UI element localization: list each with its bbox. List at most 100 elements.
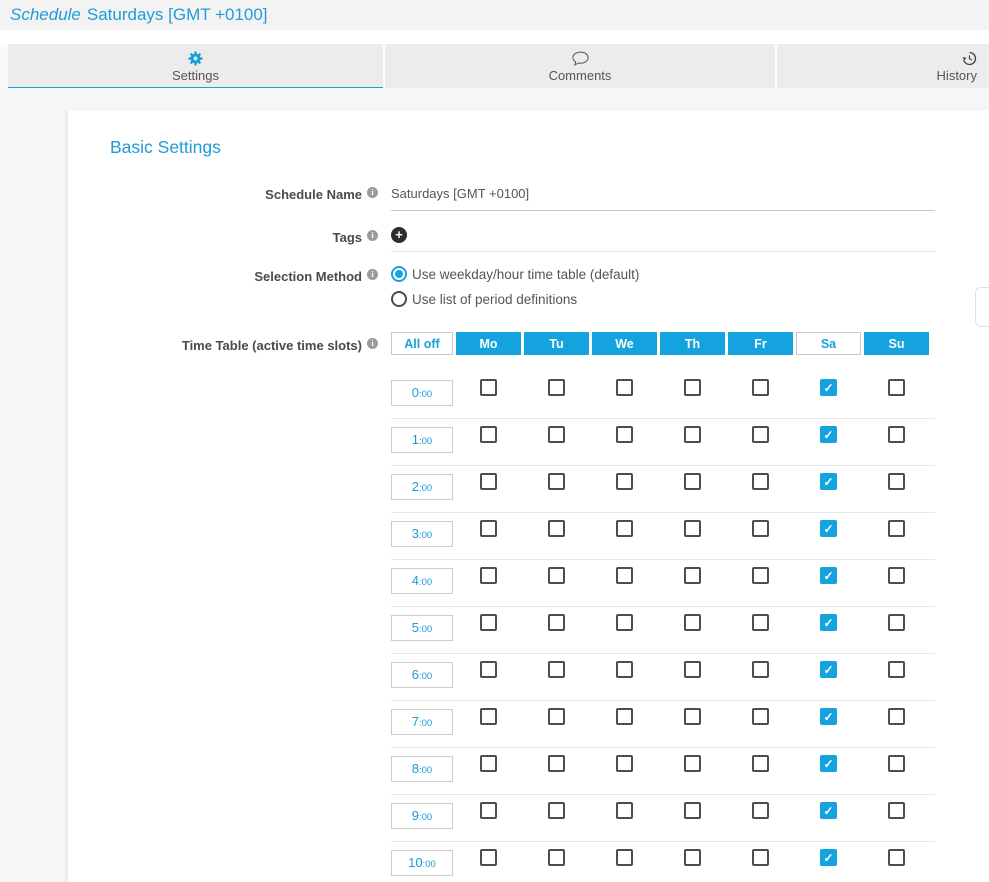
slot-checkbox-th-3[interactable] <box>684 520 701 537</box>
day-toggle-fr[interactable]: Fr <box>728 332 793 355</box>
slot-checkbox-th-8[interactable] <box>684 755 701 772</box>
time-label-button-7[interactable]: 7:00 <box>391 709 453 735</box>
time-label-button-10[interactable]: 10:00 <box>391 850 453 876</box>
slot-checkbox-su-3[interactable] <box>888 520 905 537</box>
slot-checkbox-we-2[interactable] <box>616 473 633 490</box>
add-tag-button[interactable]: + <box>391 227 407 243</box>
slot-checkbox-mo-9[interactable] <box>480 802 497 819</box>
slot-checkbox-tu-10[interactable] <box>548 849 565 866</box>
slot-checkbox-sa-6[interactable] <box>820 661 837 678</box>
slot-checkbox-fr-3[interactable] <box>752 520 769 537</box>
slot-checkbox-su-5[interactable] <box>888 614 905 631</box>
day-toggle-sa[interactable]: Sa <box>796 332 861 355</box>
day-toggle-mo[interactable]: Mo <box>456 332 521 355</box>
slot-checkbox-mo-4[interactable] <box>480 567 497 584</box>
slot-checkbox-sa-5[interactable] <box>820 614 837 631</box>
slot-checkbox-mo-2[interactable] <box>480 473 497 490</box>
slot-checkbox-mo-0[interactable] <box>480 379 497 396</box>
side-panel-handle[interactable] <box>975 287 989 327</box>
slot-checkbox-su-9[interactable] <box>888 802 905 819</box>
slot-checkbox-mo-7[interactable] <box>480 708 497 725</box>
slot-checkbox-sa-7[interactable] <box>820 708 837 725</box>
slot-checkbox-sa-8[interactable] <box>820 755 837 772</box>
slot-checkbox-tu-5[interactable] <box>548 614 565 631</box>
slot-checkbox-th-2[interactable] <box>684 473 701 490</box>
slot-checkbox-we-9[interactable] <box>616 802 633 819</box>
slot-checkbox-fr-4[interactable] <box>752 567 769 584</box>
slot-checkbox-tu-7[interactable] <box>548 708 565 725</box>
slot-checkbox-fr-2[interactable] <box>752 473 769 490</box>
info-icon[interactable]: i <box>367 230 378 241</box>
slot-checkbox-fr-7[interactable] <box>752 708 769 725</box>
time-label-button-3[interactable]: 3:00 <box>391 521 453 547</box>
slot-checkbox-we-0[interactable] <box>616 379 633 396</box>
radio-option-timetable[interactable]: Use weekday/hour time table (default) <box>391 266 935 282</box>
slot-checkbox-tu-6[interactable] <box>548 661 565 678</box>
slot-checkbox-fr-10[interactable] <box>752 849 769 866</box>
slot-checkbox-su-10[interactable] <box>888 849 905 866</box>
time-label-button-0[interactable]: 0:00 <box>391 380 453 406</box>
slot-checkbox-th-6[interactable] <box>684 661 701 678</box>
radio-icon[interactable] <box>391 291 407 307</box>
slot-checkbox-sa-0[interactable] <box>820 379 837 396</box>
slot-checkbox-th-0[interactable] <box>684 379 701 396</box>
all-off-button[interactable]: All off <box>391 332 453 355</box>
slot-checkbox-fr-8[interactable] <box>752 755 769 772</box>
slot-checkbox-we-3[interactable] <box>616 520 633 537</box>
slot-checkbox-sa-9[interactable] <box>820 802 837 819</box>
slot-checkbox-su-6[interactable] <box>888 661 905 678</box>
time-label-button-8[interactable]: 8:00 <box>391 756 453 782</box>
slot-checkbox-we-7[interactable] <box>616 708 633 725</box>
slot-checkbox-sa-2[interactable] <box>820 473 837 490</box>
time-label-button-9[interactable]: 9:00 <box>391 803 453 829</box>
slot-checkbox-fr-0[interactable] <box>752 379 769 396</box>
slot-checkbox-fr-5[interactable] <box>752 614 769 631</box>
day-toggle-su[interactable]: Su <box>864 332 929 355</box>
slot-checkbox-tu-4[interactable] <box>548 567 565 584</box>
time-label-button-1[interactable]: 1:00 <box>391 427 453 453</box>
slot-checkbox-tu-9[interactable] <box>548 802 565 819</box>
slot-checkbox-su-1[interactable] <box>888 426 905 443</box>
slot-checkbox-mo-3[interactable] <box>480 520 497 537</box>
slot-checkbox-mo-8[interactable] <box>480 755 497 772</box>
slot-checkbox-th-1[interactable] <box>684 426 701 443</box>
slot-checkbox-tu-2[interactable] <box>548 473 565 490</box>
slot-checkbox-mo-5[interactable] <box>480 614 497 631</box>
slot-checkbox-sa-4[interactable] <box>820 567 837 584</box>
tab-history[interactable]: History <box>777 44 989 88</box>
info-icon[interactable]: i <box>367 269 378 280</box>
slot-checkbox-sa-1[interactable] <box>820 426 837 443</box>
slot-checkbox-we-6[interactable] <box>616 661 633 678</box>
slot-checkbox-we-1[interactable] <box>616 426 633 443</box>
slot-checkbox-th-9[interactable] <box>684 802 701 819</box>
slot-checkbox-tu-8[interactable] <box>548 755 565 772</box>
slot-checkbox-su-7[interactable] <box>888 708 905 725</box>
slot-checkbox-su-8[interactable] <box>888 755 905 772</box>
time-label-button-2[interactable]: 2:00 <box>391 474 453 500</box>
slot-checkbox-mo-6[interactable] <box>480 661 497 678</box>
slot-checkbox-th-5[interactable] <box>684 614 701 631</box>
schedule-name-input[interactable] <box>391 184 935 211</box>
slot-checkbox-th-10[interactable] <box>684 849 701 866</box>
info-icon[interactable]: i <box>367 338 378 349</box>
slot-checkbox-tu-0[interactable] <box>548 379 565 396</box>
radio-icon[interactable] <box>391 266 407 282</box>
slot-checkbox-sa-10[interactable] <box>820 849 837 866</box>
slot-checkbox-mo-1[interactable] <box>480 426 497 443</box>
day-toggle-th[interactable]: Th <box>660 332 725 355</box>
slot-checkbox-tu-3[interactable] <box>548 520 565 537</box>
time-label-button-5[interactable]: 5:00 <box>391 615 453 641</box>
slot-checkbox-su-2[interactable] <box>888 473 905 490</box>
slot-checkbox-we-10[interactable] <box>616 849 633 866</box>
slot-checkbox-th-4[interactable] <box>684 567 701 584</box>
time-label-button-4[interactable]: 4:00 <box>391 568 453 594</box>
day-toggle-we[interactable]: We <box>592 332 657 355</box>
slot-checkbox-su-4[interactable] <box>888 567 905 584</box>
slot-checkbox-mo-10[interactable] <box>480 849 497 866</box>
radio-option-periods[interactable]: Use list of period definitions <box>391 291 935 307</box>
slot-checkbox-we-8[interactable] <box>616 755 633 772</box>
slot-checkbox-su-0[interactable] <box>888 379 905 396</box>
slot-checkbox-we-4[interactable] <box>616 567 633 584</box>
tab-settings[interactable]: Settings <box>8 44 383 88</box>
slot-checkbox-fr-6[interactable] <box>752 661 769 678</box>
